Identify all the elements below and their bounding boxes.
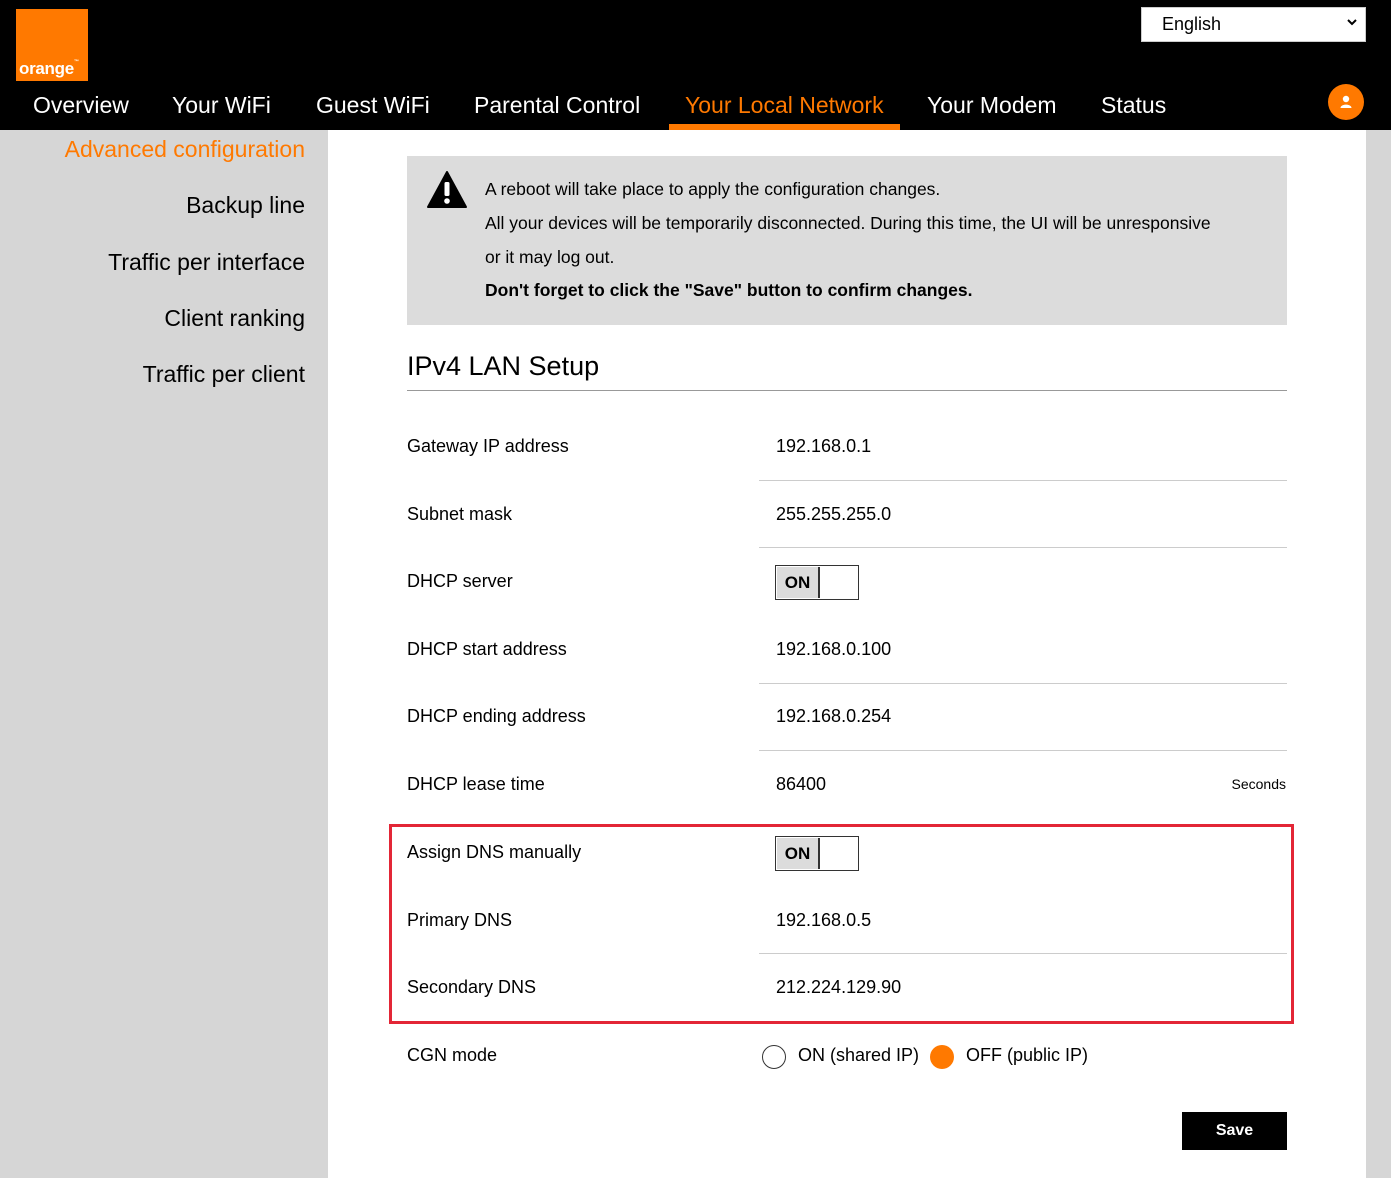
- cgn-mode-label: CGN mode: [407, 1045, 498, 1065]
- dhcp-start-label: DHCP start address: [407, 639, 567, 659]
- dhcp-end-label: DHCP ending address: [407, 706, 586, 726]
- top-header: orange™ English Overview Your WiFi Guest…: [0, 0, 1391, 130]
- logo-text: orange: [19, 59, 74, 78]
- nav-your-local-network[interactable]: Your Local Network: [685, 82, 884, 130]
- warning-line-3: or it may log out.: [485, 247, 615, 267]
- assign-dns-toggle-state: ON: [777, 838, 820, 869]
- cgn-on-radio[interactable]: [762, 1045, 786, 1069]
- language-selected: English: [1162, 14, 1222, 34]
- warning-line-1: A reboot will take place to apply the co…: [485, 179, 941, 199]
- nav-parental-control[interactable]: Parental Control: [474, 82, 640, 130]
- row-divider: [759, 547, 1287, 548]
- secondary-dns-label: Secondary DNS: [407, 977, 537, 997]
- chevron-down-icon: [1347, 19, 1357, 26]
- primary-dns-label: Primary DNS: [407, 910, 513, 930]
- language-select[interactable]: English: [1141, 7, 1366, 42]
- dhcp-server-label: DHCP server: [407, 571, 513, 591]
- dhcp-end-value[interactable]: 192.168.0.254: [776, 706, 891, 727]
- assign-dns-label: Assign DNS manually: [407, 842, 582, 862]
- row-divider: [759, 953, 1287, 954]
- row-divider: [759, 750, 1287, 751]
- row-divider: [759, 480, 1287, 481]
- lease-time-value[interactable]: 86400: [776, 774, 826, 795]
- secondary-dns-value[interactable]: 212.224.129.90: [776, 977, 901, 998]
- main-content: A reboot will take place to apply the co…: [328, 130, 1366, 1178]
- person-icon: [1340, 95, 1352, 108]
- orange-logo[interactable]: orange™: [16, 9, 88, 81]
- dhcp-server-toggle-state: ON: [777, 567, 820, 598]
- user-account-icon[interactable]: [1328, 84, 1364, 120]
- warning-line-2: All your devices will be temporarily dis…: [485, 213, 1211, 233]
- warning-icon: [427, 171, 467, 208]
- gateway-value[interactable]: 192.168.0.1: [776, 436, 871, 457]
- nav-guest-wifi[interactable]: Guest WiFi: [316, 82, 430, 130]
- gateway-label: Gateway IP address: [407, 436, 569, 456]
- lease-time-unit: Seconds: [1231, 776, 1286, 792]
- sidebar-item-traffic-per-client[interactable]: Traffic per client: [143, 361, 305, 388]
- cgn-off-radio[interactable]: [930, 1045, 954, 1069]
- sidebar: Advanced configuration Backup line Traff…: [0, 130, 328, 1178]
- nav-overview[interactable]: Overview: [33, 82, 129, 130]
- save-button[interactable]: Save: [1182, 1112, 1287, 1150]
- assign-dns-toggle[interactable]: ON: [775, 836, 859, 871]
- warning-line-4: Don't forget to click the "Save" button …: [485, 280, 973, 300]
- row-divider: [759, 683, 1287, 684]
- reboot-warning-box: A reboot will take place to apply the co…: [407, 156, 1287, 325]
- right-gutter: [1366, 130, 1391, 1178]
- dhcp-server-toggle[interactable]: ON: [775, 565, 859, 600]
- lease-time-label: DHCP lease time: [407, 774, 545, 794]
- primary-dns-value[interactable]: 192.168.0.5: [776, 910, 871, 931]
- subnet-value[interactable]: 255.255.255.0: [776, 504, 891, 525]
- subnet-label: Subnet mask: [407, 504, 513, 524]
- cgn-off-label[interactable]: OFF (public IP): [966, 1045, 1088, 1066]
- sidebar-item-backup-line[interactable]: Backup line: [186, 192, 305, 219]
- nav-your-wifi[interactable]: Your WiFi: [172, 82, 271, 130]
- cgn-on-label[interactable]: ON (shared IP): [798, 1045, 919, 1066]
- nav-your-modem[interactable]: Your Modem: [927, 82, 1057, 130]
- sidebar-item-traffic-per-interface[interactable]: Traffic per interface: [108, 249, 305, 276]
- section-title: IPv4 LAN Setup: [407, 351, 600, 381]
- nav-status[interactable]: Status: [1101, 82, 1166, 130]
- section-divider: [407, 390, 1287, 391]
- sidebar-item-advanced-configuration[interactable]: Advanced configuration: [65, 136, 305, 163]
- sidebar-item-client-ranking[interactable]: Client ranking: [164, 305, 305, 332]
- logo-trademark: ™: [73, 59, 79, 65]
- dhcp-start-value[interactable]: 192.168.0.100: [776, 639, 891, 660]
